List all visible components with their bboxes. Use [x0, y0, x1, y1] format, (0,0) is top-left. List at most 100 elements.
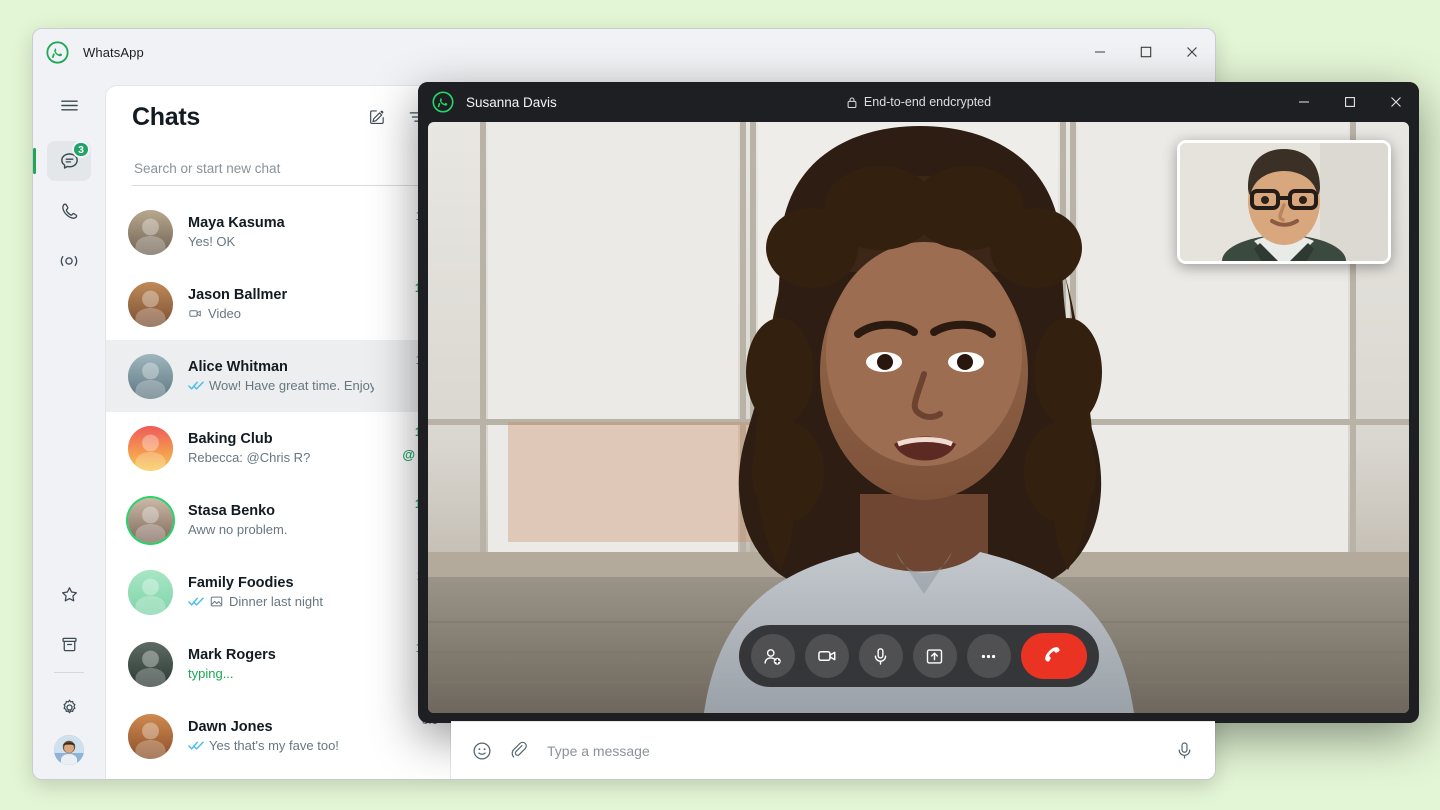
avatar: [128, 713, 173, 759]
chat-item-text: Mark Rogers typing...: [188, 647, 374, 681]
chat-item-preview: typing...: [188, 666, 374, 681]
chat-item-text: Family Foodies Dinner last night: [188, 575, 374, 609]
archive-icon: [59, 634, 80, 655]
maximize-button[interactable]: [1123, 29, 1169, 75]
star-icon: [59, 584, 80, 605]
main-window-titlebar: WhatsApp: [33, 29, 1215, 75]
video-call-window: Susanna Davis End-to-end endcrypted: [418, 82, 1419, 723]
chat-item-preview: Dinner last night: [188, 594, 374, 609]
close-button[interactable]: [1169, 29, 1215, 75]
call-window-titlebar: Susanna Davis End-to-end endcrypted: [418, 82, 1419, 122]
minimize-button[interactable]: [1281, 82, 1327, 122]
minimize-button[interactable]: [1077, 29, 1123, 75]
chat-item-meta: 8:1: [382, 772, 438, 779]
main-window-controls: [1077, 29, 1215, 75]
avatar: [128, 641, 173, 687]
call-controls-bar: [738, 625, 1099, 687]
more-options-button[interactable]: [966, 634, 1011, 678]
settings-gear-icon: [59, 697, 80, 718]
toggle-microphone-button[interactable]: [858, 634, 903, 678]
chat-list-item[interactable]: Stasa Benko Aww no problem. 13:5 2: [106, 484, 450, 556]
chat-list-item[interactable]: Family Foodies Dinner last night 11:2: [106, 556, 450, 628]
avatar: [128, 353, 173, 399]
left-navigation-rail: 3: [33, 75, 105, 779]
sidebar-item-calls[interactable]: [47, 191, 91, 231]
close-button[interactable]: [1373, 82, 1419, 122]
chat-item-name: Mark Rogers: [188, 647, 276, 663]
chat-item-preview: Yes that's my fave too!: [188, 738, 374, 753]
chat-item-name: Family Foodies: [188, 575, 294, 591]
chat-list-item[interactable]: Baking Club Rebecca: @Chris R? 14:4 @ 1: [106, 412, 450, 484]
chat-list-item[interactable]: Ziggy Woodley 8:1: [106, 772, 450, 779]
whatsapp-logo-icon: [46, 40, 69, 64]
chat-item-preview: Wow! Have great time. Enjoy.: [188, 378, 374, 393]
chat-item-preview: Video: [188, 306, 374, 321]
emoji-smiley-icon[interactable]: [471, 740, 493, 762]
toggle-camera-button[interactable]: [804, 634, 849, 678]
sidebar-item-chats[interactable]: 3: [33, 141, 91, 181]
chat-item-text: Jason Ballmer Video: [188, 287, 374, 321]
search-area: [106, 148, 450, 196]
chat-list-item[interactable]: Dawn Jones Yes that's my fave too! 8:3: [106, 700, 450, 772]
search-input[interactable]: [132, 161, 436, 176]
chat-item-text: Dawn Jones Yes that's my fave too!: [188, 719, 374, 753]
more-options-icon: [978, 646, 999, 667]
read-receipt-icon: [188, 740, 204, 751]
chat-item-name: Jason Ballmer: [188, 287, 288, 303]
call-window-controls: [1281, 82, 1419, 122]
encryption-status: End-to-end endcrypted: [418, 82, 1419, 122]
app-title: WhatsApp: [83, 44, 144, 60]
microphone-icon: [870, 646, 891, 667]
chat-item-preview-text: Yes! OK: [188, 234, 236, 249]
compose-new-chat-icon: [367, 107, 387, 127]
sidebar-item-starred[interactable]: [47, 574, 91, 614]
chat-item-name: Alice Whitman: [188, 359, 288, 375]
end-call-icon: [1041, 643, 1067, 669]
chat-item-preview-text: Yes that's my fave too!: [209, 738, 339, 753]
avatar: [128, 425, 173, 471]
read-receipt-icon: [188, 596, 204, 607]
add-participant-button[interactable]: [750, 634, 795, 678]
chat-list-item[interactable]: Mark Rogers typing... 10:5: [106, 628, 450, 700]
sidebar-item-status[interactable]: [47, 241, 91, 281]
message-input[interactable]: [547, 742, 1158, 759]
photo-icon: [209, 594, 224, 609]
share-screen-button[interactable]: [912, 634, 957, 678]
video-camera-icon: [188, 306, 203, 321]
sidebar-item-archived[interactable]: [47, 624, 91, 664]
search-box[interactable]: [132, 152, 436, 186]
compose-new-chat-button[interactable]: [360, 100, 394, 134]
end-call-button[interactable]: [1020, 633, 1087, 679]
chat-item-preview-text: Dinner last night: [229, 594, 323, 609]
attachment-paperclip-icon[interactable]: [509, 740, 531, 762]
chat-item-name: Maya Kasuma: [188, 215, 285, 231]
chat-item-name: Stasa Benko: [188, 503, 276, 519]
message-compose-bar: [451, 721, 1215, 779]
call-peer-name: Susanna Davis: [466, 94, 557, 110]
chat-item-preview-text: Aww no problem.: [188, 522, 288, 537]
chat-item-name: Dawn Jones: [188, 719, 273, 735]
status-icon: [58, 250, 80, 272]
hamburger-menu-icon: [59, 95, 80, 116]
chat-list-item[interactable]: Alice Whitman Wow! Have great time. Enjo…: [106, 340, 450, 412]
chat-list-header: Chats: [106, 86, 450, 148]
microphone-icon[interactable]: [1174, 740, 1195, 761]
chats-unread-badge: 3: [72, 141, 90, 158]
chat-item-preview-text: Rebecca: @Chris R?: [188, 450, 311, 465]
screen-share-icon: [924, 646, 945, 667]
chat-item-text: Stasa Benko Aww no problem.: [188, 503, 374, 537]
add-participant-icon: [762, 646, 783, 667]
page-title: Chats: [132, 102, 200, 131]
maximize-button[interactable]: [1327, 82, 1373, 122]
chat-list-item[interactable]: Maya Kasuma Yes! OK 14:5: [106, 196, 450, 268]
profile-avatar[interactable]: [54, 735, 84, 765]
self-view-pip[interactable]: [1177, 140, 1391, 264]
avatar: [128, 281, 173, 327]
avatar: [128, 209, 173, 255]
mention-icon: @: [402, 446, 415, 462]
desktop-background: WhatsApp 3 Chats Search or start new cha…: [0, 0, 1440, 810]
sidebar-item-settings[interactable]: [47, 687, 91, 727]
whatsapp-logo-icon: [432, 91, 454, 113]
chat-list-item[interactable]: Jason Ballmer Video 15:2 3: [106, 268, 450, 340]
hamburger-menu-button[interactable]: [47, 85, 91, 125]
